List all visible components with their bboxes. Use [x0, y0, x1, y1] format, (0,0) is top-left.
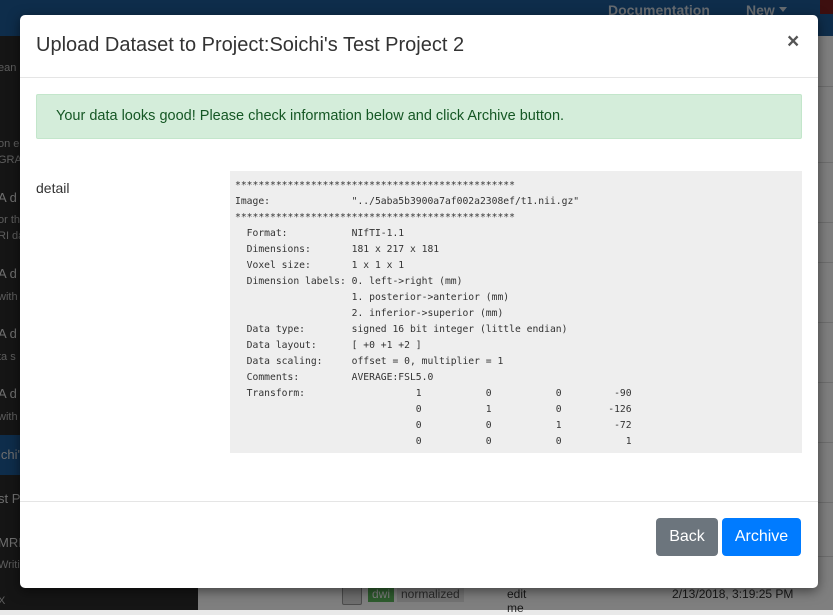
close-icon[interactable]: ×	[787, 31, 799, 52]
modal-footer-divider	[20, 501, 818, 502]
back-button[interactable]: Back	[656, 518, 718, 556]
modal-header: Upload Dataset to Project:Soichi's Test …	[20, 15, 818, 78]
modal-title: Upload Dataset to Project:Soichi's Test …	[36, 34, 465, 56]
detail-label: detail	[36, 180, 70, 196]
detail-output: ****************************************…	[230, 171, 802, 453]
upload-dataset-modal: Upload Dataset to Project:Soichi's Test …	[20, 15, 818, 588]
archive-button[interactable]: Archive	[722, 518, 801, 556]
success-alert: Your data looks good! Please check infor…	[36, 94, 802, 139]
